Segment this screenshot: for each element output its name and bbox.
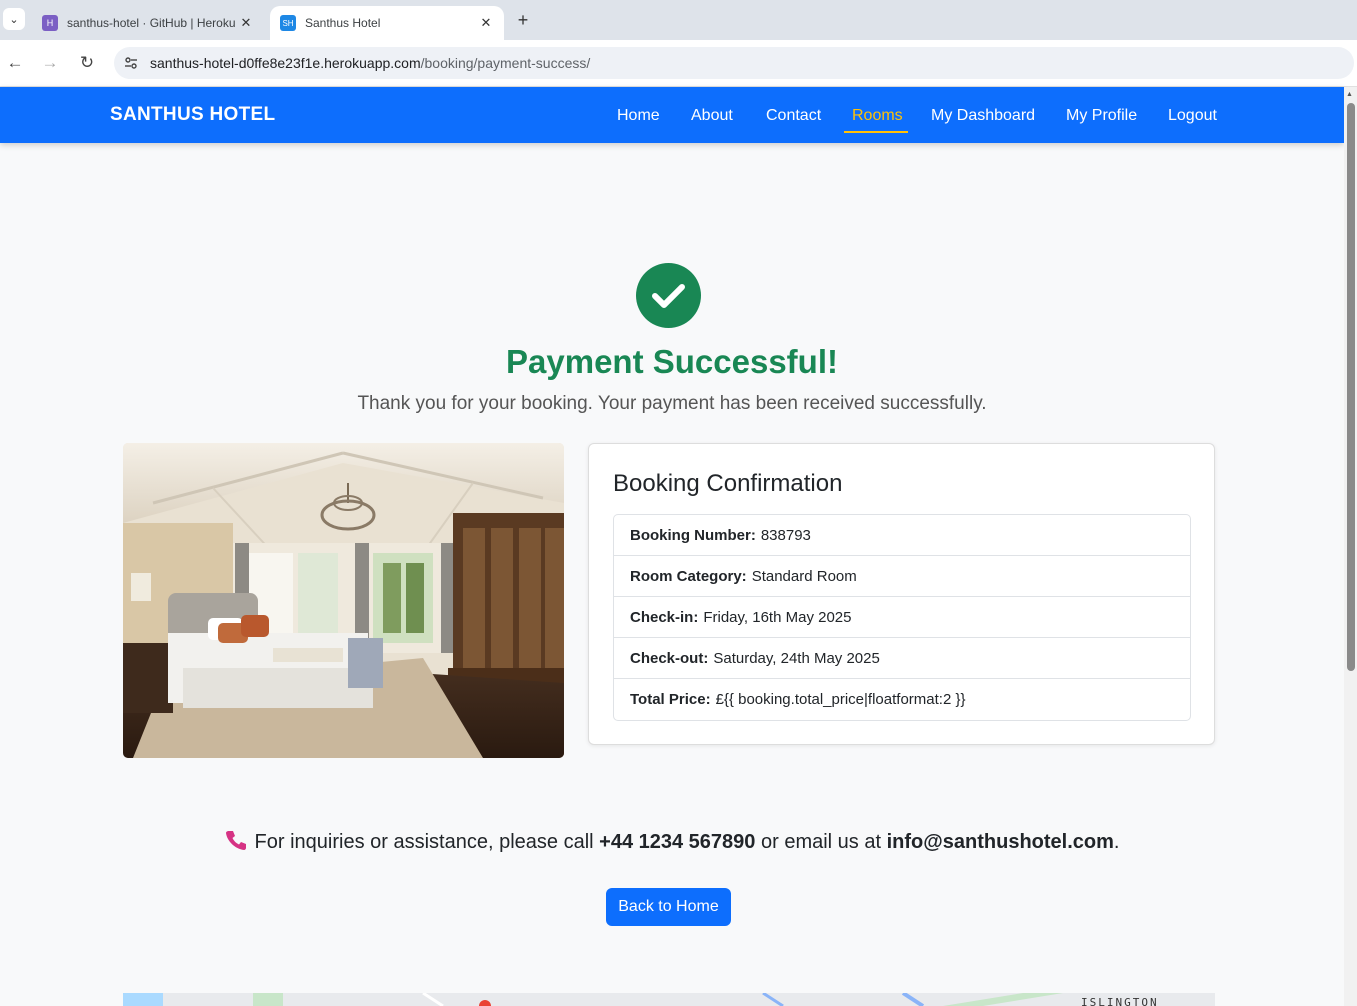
phone-icon [225, 829, 247, 857]
contact-prefix: For inquiries or assistance, please call [254, 831, 594, 853]
close-tab-icon[interactable]: ✕ [238, 15, 254, 31]
site-navbar: SANTHUS HOTEL Home About Contact Rooms M… [0, 87, 1344, 143]
list-item: Check-in: Friday, 16th May 2025 [614, 597, 1190, 638]
active-nav-indicator [844, 131, 908, 133]
nav-logout[interactable]: Logout [1168, 107, 1217, 125]
list-item: Booking Number: 838793 [614, 515, 1190, 556]
room-image [123, 443, 564, 758]
booking-number-value: 838793 [760, 526, 811, 544]
list-item: Room Category: Standard Room [614, 556, 1190, 597]
heroku-favicon-icon: H [42, 15, 58, 31]
room-category-value: Standard Room [751, 567, 857, 585]
contact-suffix: . [1113, 831, 1120, 853]
booking-details-list: Booking Number: 838793 Room Category: Stan… [613, 514, 1191, 721]
scroll-up-icon[interactable]: ▲ [1346, 91, 1353, 98]
field-label: Total Price: [630, 691, 711, 708]
nav-my-dashboard[interactable]: My Dashboard [931, 107, 1035, 125]
address-bar[interactable]: santhus-hotel-d0ffe8e23f1e.herokuapp.com… [114, 47, 1354, 79]
scroll-thumb[interactable] [1347, 103, 1355, 671]
contact-info: For inquiries or assistance, please call… [0, 829, 1344, 857]
nav-home[interactable]: Home [617, 107, 660, 125]
success-message: Thank you for your booking. Your payment… [357, 393, 987, 414]
check-circle-icon [636, 263, 701, 328]
check-out-value: Saturday, 24th May 2025 [713, 649, 880, 667]
browser-tab-bar: ⌄ H santhus-hotel · GitHub | Heroku ✕ SH… [0, 0, 1357, 40]
close-tab-icon[interactable]: ✕ [478, 15, 494, 31]
reload-icon[interactable]: ↻ [76, 52, 98, 74]
new-tab-icon[interactable]: + [512, 9, 534, 31]
list-item: Check-out: Saturday, 24th May 2025 [614, 638, 1190, 679]
page-title: Payment Successful! [506, 343, 838, 380]
browser-tab-heroku[interactable]: H santhus-hotel · GitHub | Heroku ✕ [32, 6, 264, 40]
card-title: Booking Confirmation [613, 470, 843, 497]
nav-rooms[interactable]: Rooms [852, 107, 903, 125]
page-scrollbar[interactable]: ▲ [1344, 87, 1357, 1006]
check-in-value: Friday, 16th May 2025 [703, 608, 852, 626]
tab-title: santhus-hotel · GitHub | Heroku [67, 16, 236, 30]
nav-my-profile[interactable]: My Profile [1066, 107, 1137, 125]
browser-toolbar: ← → ↻ santhus-hotel-d0ffe8e23f1e.herokua… [0, 40, 1357, 87]
url-path: /booking/payment-success/ [420, 55, 591, 71]
back-to-home-button[interactable]: Back to Home [606, 888, 731, 926]
nav-about[interactable]: About [691, 107, 733, 125]
map-embed[interactable]: ISLINGTON [123, 993, 1215, 1006]
url-host: santhus-hotel-d0ffe8e23f1e.herokuapp.com [150, 55, 421, 71]
site-info-icon[interactable] [122, 54, 140, 72]
tab-search-icon[interactable]: ⌄ [3, 8, 25, 30]
back-arrow-icon[interactable]: ← [4, 52, 26, 74]
forward-arrow-icon[interactable]: → [39, 52, 61, 74]
list-item: Total Price: £{{ booking.total_price|floa… [614, 679, 1190, 720]
browser-tab-santhus[interactable]: SH Santhus Hotel ✕ [270, 6, 504, 40]
booking-confirmation-card: Booking Confirmation Booking Number: 8387… [588, 443, 1215, 745]
map-label: ISLINGTON [1081, 996, 1159, 1006]
field-label: Check-out: [630, 649, 709, 667]
total-price-value: £{{ booking.total_price|floatformat:2 }} [715, 691, 966, 708]
contact-email[interactable]: info@santhushotel.com [887, 831, 1114, 853]
field-label: Check-in: [630, 608, 699, 626]
contact-middle: or email us at [760, 831, 882, 853]
brand-logo[interactable]: SANTHUS HOTEL [110, 104, 275, 126]
nav-contact[interactable]: Contact [766, 107, 821, 125]
santhus-favicon-icon: SH [280, 15, 296, 31]
contact-phone[interactable]: +44 1234 567890 [599, 831, 755, 853]
tab-title: Santhus Hotel [305, 16, 381, 30]
field-label: Room Category: [630, 567, 747, 585]
field-label: Booking Number: [630, 526, 756, 544]
